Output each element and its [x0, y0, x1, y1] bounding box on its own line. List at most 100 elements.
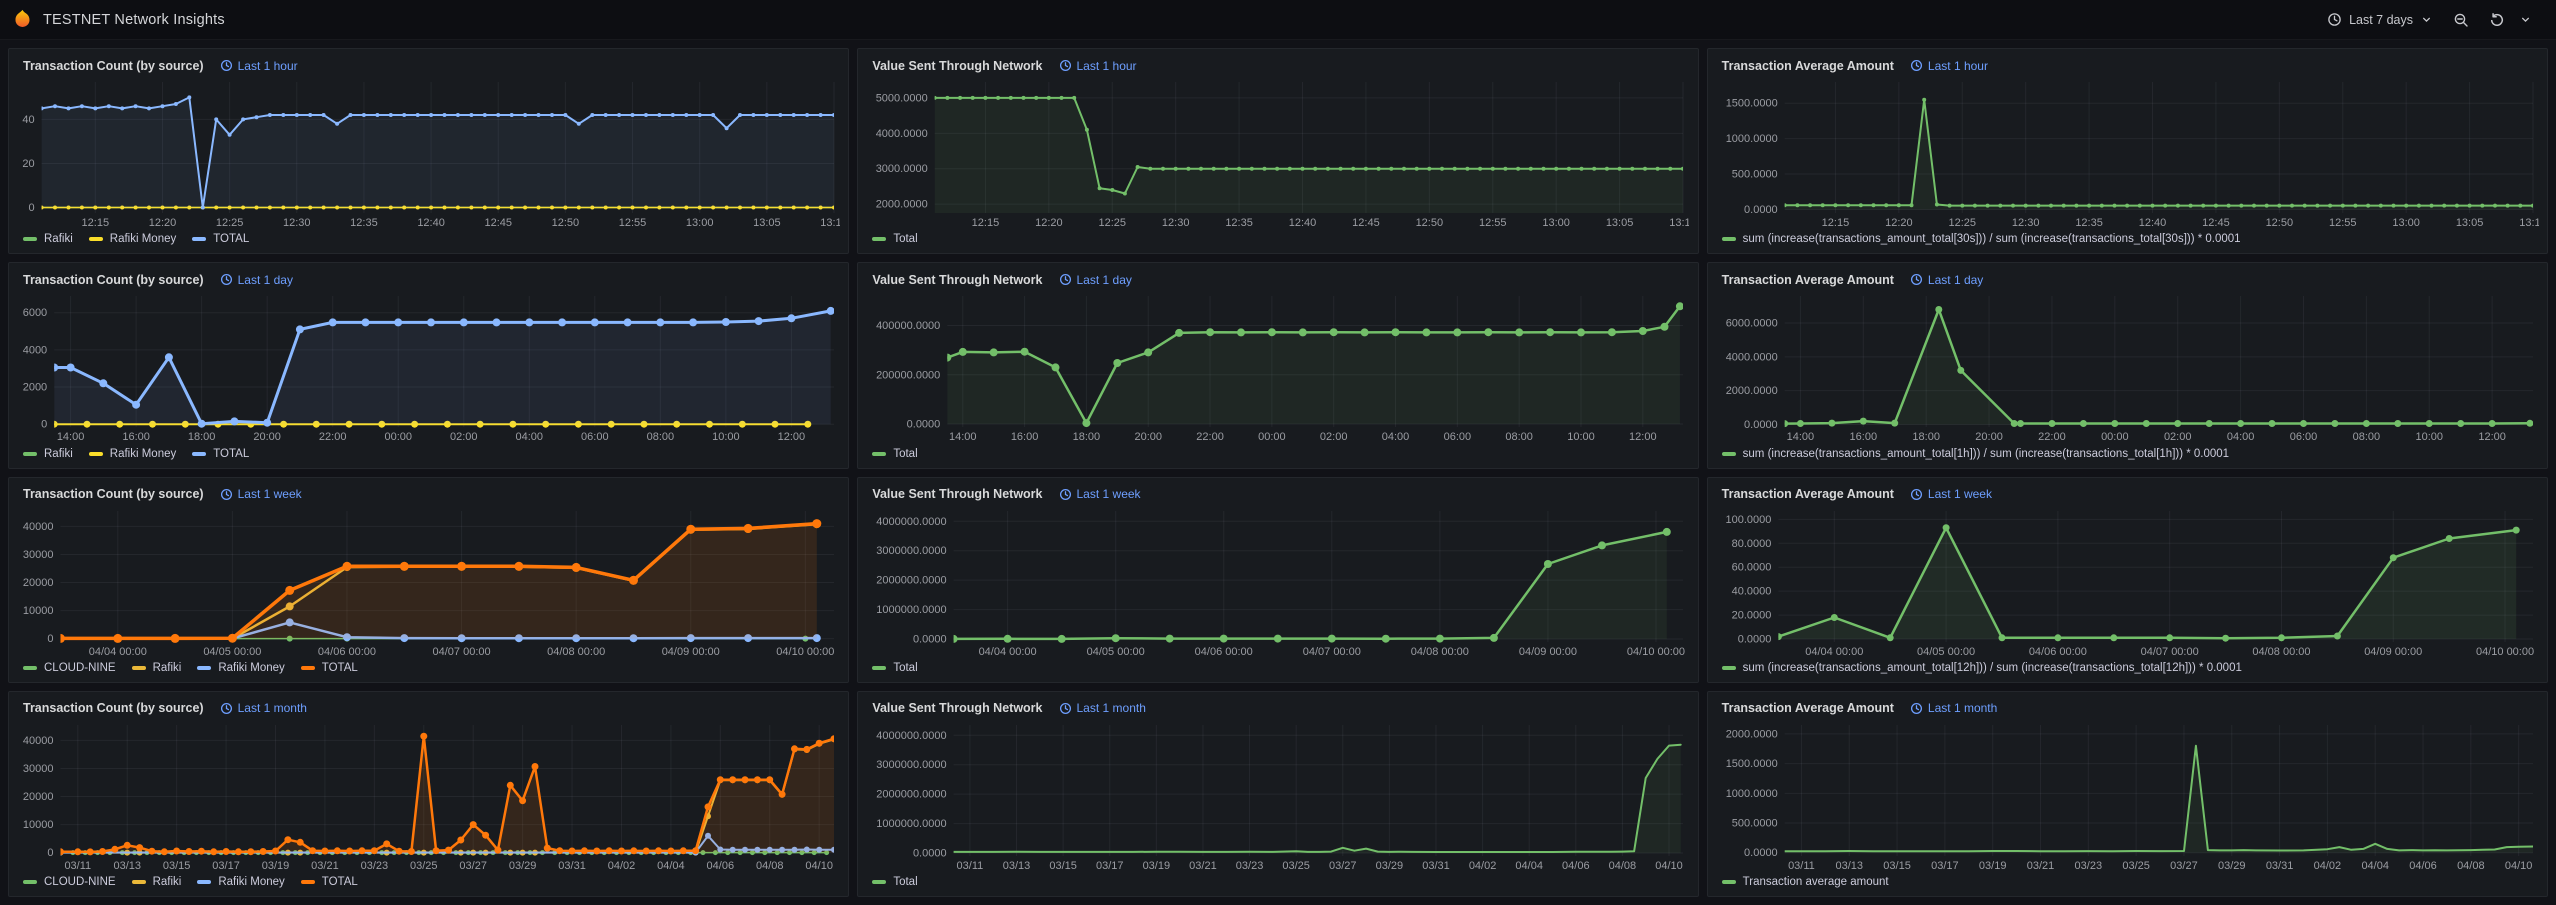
- panel-chart[interactable]: 14:0016:0018:0020:0022:0000:0002:0004:00…: [17, 290, 840, 444]
- legend-item[interactable]: CLOUD-NINE: [23, 662, 116, 674]
- legend-item[interactable]: Rafiki Money: [89, 233, 176, 245]
- legend-item[interactable]: Total: [872, 876, 917, 888]
- panel-time-range-link[interactable]: Last 1 month: [1910, 701, 1997, 715]
- legend-item[interactable]: Rafiki: [132, 662, 182, 674]
- panel-chart[interactable]: 04/04 00:0004/05 00:0004/06 00:0004/07 0…: [17, 505, 840, 659]
- grafana-logo-icon[interactable]: [12, 9, 33, 30]
- panel-time-range-label: Last 1 week: [238, 487, 302, 501]
- panel-title[interactable]: Transaction Average Amount: [1722, 701, 1894, 715]
- legend-item[interactable]: TOTAL: [192, 233, 249, 245]
- panel-chart[interactable]: 12:1512:2012:2512:3012:3512:4012:4512:50…: [17, 76, 840, 230]
- legend-item[interactable]: Rafiki Money: [89, 448, 176, 460]
- svg-text:1000000.0000: 1000000.0000: [877, 604, 947, 616]
- legend-item[interactable]: Rafiki: [23, 233, 73, 245]
- svg-text:00:00: 00:00: [2101, 431, 2129, 443]
- legend-item[interactable]: sum (increase(transactions_amount_total[…: [1722, 448, 2229, 460]
- legend-item[interactable]: sum (increase(transactions_amount_total[…: [1722, 233, 2241, 245]
- svg-text:03/21: 03/21: [1190, 860, 1218, 872]
- legend-item[interactable]: Rafiki: [132, 876, 182, 888]
- legend-item[interactable]: Total: [872, 448, 917, 460]
- panel-title[interactable]: Transaction Average Amount: [1722, 487, 1894, 501]
- panel-time-range-link[interactable]: Last 1 day: [220, 273, 293, 287]
- svg-text:04/07 00:00: 04/07 00:00: [433, 646, 491, 658]
- panel-time-range-link[interactable]: Last 1 hour: [1910, 59, 1988, 73]
- legend-swatch-icon: [872, 880, 886, 884]
- panel-title[interactable]: Value Sent Through Network: [872, 487, 1042, 501]
- svg-text:12:40: 12:40: [417, 217, 445, 229]
- panel-title[interactable]: Value Sent Through Network: [872, 701, 1042, 715]
- panel-header: Transaction Count (by source) Last 1 day: [17, 268, 840, 290]
- panel-time-range-link[interactable]: Last 1 week: [1059, 487, 1141, 501]
- svg-text:12:20: 12:20: [1035, 217, 1063, 229]
- svg-text:02:00: 02:00: [1320, 431, 1348, 443]
- legend-swatch-icon: [197, 880, 211, 884]
- panel-clock-icon: [1910, 273, 1923, 286]
- panel-title[interactable]: Transaction Average Amount: [1722, 59, 1894, 73]
- legend-item[interactable]: TOTAL: [192, 448, 249, 460]
- panel-time-range-link[interactable]: Last 1 month: [220, 701, 307, 715]
- legend-item[interactable]: TOTAL: [301, 662, 358, 674]
- panel-time-range-link[interactable]: Last 1 day: [1910, 273, 1983, 287]
- panel-header: Transaction Average Amount Last 1 month: [1716, 697, 2539, 719]
- panel-chart[interactable]: 03/1103/1303/1503/1703/1903/2103/2303/25…: [1716, 719, 2539, 873]
- svg-text:12:45: 12:45: [2202, 217, 2230, 229]
- panel-time-range-link[interactable]: Last 1 day: [1059, 273, 1132, 287]
- legend-item[interactable]: TOTAL: [301, 876, 358, 888]
- svg-text:12:30: 12:30: [283, 217, 311, 229]
- panel-chart[interactable]: 14:0016:0018:0020:0022:0000:0002:0004:00…: [1716, 290, 2539, 444]
- panel-time-range-link[interactable]: Last 1 week: [220, 487, 302, 501]
- panel: Transaction Average Amount Last 1 month …: [1707, 691, 2548, 897]
- panel-chart[interactable]: 12:1512:2012:2512:3012:3512:4012:4512:50…: [1716, 76, 2539, 230]
- panel-clock-icon: [220, 273, 233, 286]
- time-range-picker[interactable]: Last 7 days: [2319, 7, 2441, 32]
- legend-item[interactable]: Transaction average amount: [1722, 876, 1889, 888]
- panel-title[interactable]: Transaction Count (by source): [23, 487, 204, 501]
- panel-time-range-link[interactable]: Last 1 month: [1059, 701, 1146, 715]
- svg-text:04/07 00:00: 04/07 00:00: [1303, 646, 1361, 658]
- legend-swatch-icon: [132, 880, 146, 884]
- panel-title[interactable]: Transaction Average Amount: [1722, 273, 1894, 287]
- panel-legend: sum (increase(transactions_amount_total[…: [1716, 445, 2539, 465]
- legend-item[interactable]: Rafiki Money: [197, 662, 284, 674]
- panel-chart[interactable]: 03/1103/1303/1503/1703/1903/2103/2303/25…: [866, 719, 1689, 873]
- svg-text:16:00: 16:00: [1849, 431, 1877, 443]
- refresh-interval-dropdown[interactable]: [2517, 8, 2540, 31]
- svg-text:16:00: 16:00: [1011, 431, 1039, 443]
- panel-title[interactable]: Transaction Count (by source): [23, 59, 204, 73]
- panel-title[interactable]: Transaction Count (by source): [23, 273, 204, 287]
- panel-time-range-link[interactable]: Last 1 week: [1910, 487, 1992, 501]
- panel-time-range-link[interactable]: Last 1 hour: [1059, 59, 1137, 73]
- svg-text:100.0000: 100.0000: [1725, 513, 1771, 525]
- legend-item[interactable]: Total: [872, 662, 917, 674]
- svg-text:04/08: 04/08: [2457, 860, 2485, 872]
- legend-item[interactable]: sum (increase(transactions_amount_total[…: [1722, 662, 2242, 674]
- legend-item[interactable]: Rafiki Money: [197, 876, 284, 888]
- panel-header: Transaction Average Amount Last 1 day: [1716, 268, 2539, 290]
- svg-text:22:00: 22:00: [319, 431, 347, 443]
- panel-title[interactable]: Value Sent Through Network: [872, 273, 1042, 287]
- legend-swatch-icon: [89, 237, 103, 241]
- panel-time-range-link[interactable]: Last 1 hour: [220, 59, 298, 73]
- svg-text:00:00: 00:00: [1258, 431, 1286, 443]
- panel-title[interactable]: Value Sent Through Network: [872, 59, 1042, 73]
- panel-title[interactable]: Transaction Count (by source): [23, 701, 204, 715]
- legend-item[interactable]: CLOUD-NINE: [23, 876, 116, 888]
- svg-text:0: 0: [47, 847, 53, 859]
- refresh-button[interactable]: [2481, 7, 2513, 33]
- panel-time-range-label: Last 1 day: [1077, 273, 1132, 287]
- svg-text:03/25: 03/25: [1283, 860, 1311, 872]
- svg-text:03/17: 03/17: [1096, 860, 1124, 872]
- legend-swatch-icon: [23, 880, 37, 884]
- panel-chart[interactable]: 04/04 00:0004/05 00:0004/06 00:0004/07 0…: [866, 505, 1689, 659]
- panel-chart[interactable]: 12:1512:2012:2512:3012:3512:4012:4512:50…: [866, 76, 1689, 230]
- svg-text:08:00: 08:00: [647, 431, 675, 443]
- svg-text:12:40: 12:40: [2138, 217, 2166, 229]
- panel-chart[interactable]: 03/1103/1303/1503/1703/1903/2103/2303/25…: [17, 719, 840, 873]
- legend-item[interactable]: Total: [872, 233, 917, 245]
- panel-chart[interactable]: 04/04 00:0004/05 00:0004/06 00:0004/07 0…: [1716, 505, 2539, 659]
- zoom-out-button[interactable]: [2445, 7, 2477, 33]
- svg-text:30000: 30000: [23, 548, 54, 560]
- panel-chart[interactable]: 14:0016:0018:0020:0022:0000:0002:0004:00…: [866, 290, 1689, 444]
- legend-item[interactable]: Rafiki: [23, 448, 73, 460]
- svg-text:04/06 00:00: 04/06 00:00: [1195, 646, 1253, 658]
